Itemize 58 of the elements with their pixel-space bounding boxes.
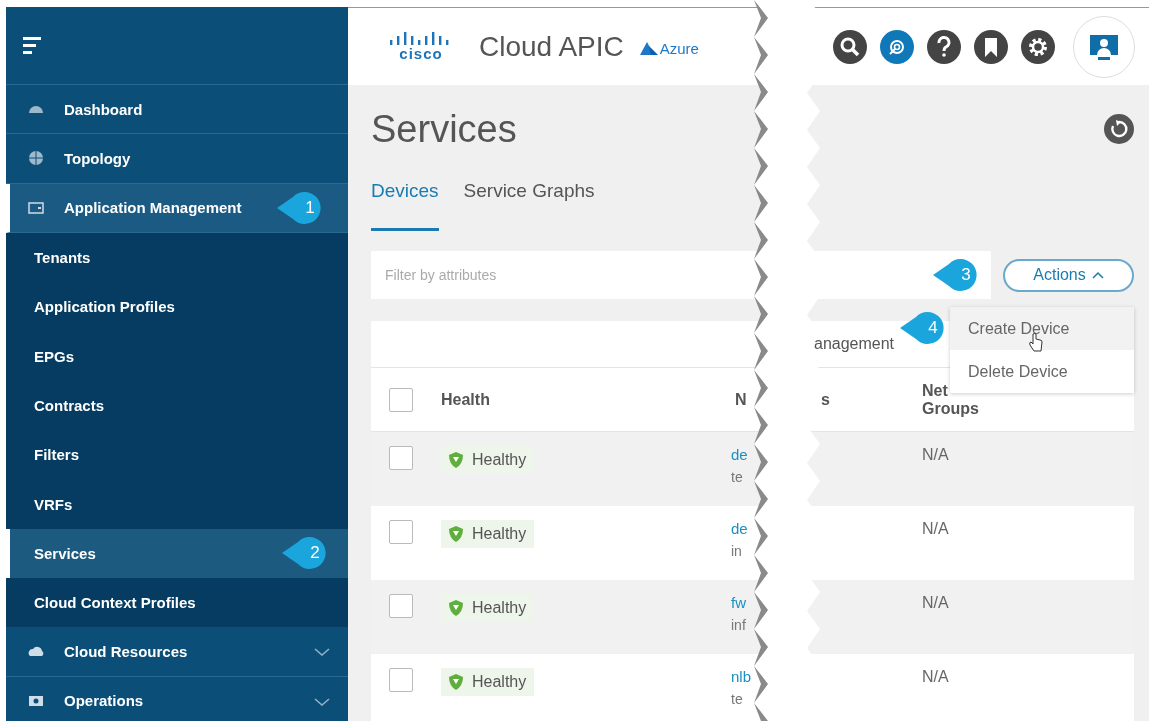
device-detail: inf: [731, 617, 746, 633]
column-header: s: [821, 390, 831, 409]
sidebar-item[interactable]: Cloud Resources: [6, 627, 348, 677]
health-badge: Healthy: [441, 520, 535, 548]
table-cell-text: N/A: [922, 446, 950, 464]
sidebar-item[interactable]: Tenants: [6, 232, 348, 283]
sidebar-item[interactable]: Services 2: [6, 528, 348, 578]
sidebar-item[interactable]: Cloud Context Profiles: [6, 577, 348, 628]
sidebar-item[interactable]: Topology: [6, 134, 348, 184]
device-detail: te: [731, 469, 743, 485]
page-title: Services: [371, 107, 517, 151]
window-icon: [28, 199, 44, 216]
sidebar-item[interactable]: EPGs: [6, 331, 348, 381]
settings-icon[interactable]: [1021, 29, 1055, 64]
actions-button[interactable]: Actions: [1003, 258, 1134, 292]
caret-icon: [1091, 270, 1104, 280]
hand-cursor-icon: [1028, 333, 1043, 352]
column-header: N: [735, 390, 748, 409]
product-name: Cloud APIC: [479, 30, 624, 63]
health-badge: Healthy: [441, 668, 535, 696]
shield-icon: [449, 452, 463, 468]
triangle-logo-icon: [639, 42, 658, 55]
brand-name: cisco: [399, 45, 443, 62]
health-badge: Healthy: [441, 446, 535, 474]
monitor-person-icon: [1088, 32, 1120, 61]
checkbox[interactable]: [389, 520, 413, 544]
health-badge: Healthy: [441, 594, 535, 622]
device-name-link[interactable]: nlb: [731, 668, 752, 685]
menu-icon[interactable]: [23, 37, 41, 54]
globe-icon: [28, 150, 44, 167]
checkbox[interactable]: [389, 668, 413, 692]
sidebar-item[interactable]: Filters: [6, 430, 348, 480]
bookmark-icon[interactable]: [974, 29, 1008, 64]
table-cell-text: N/A: [922, 668, 950, 686]
shield-icon: [449, 526, 463, 542]
refresh-icon[interactable]: [1104, 114, 1134, 144]
checkbox[interactable]: [389, 594, 413, 618]
search-icon[interactable]: [833, 29, 867, 64]
shield-icon: [449, 600, 463, 616]
cloud-name: Azure: [659, 40, 699, 57]
table-cell-text: N/A: [922, 520, 950, 538]
device-detail: in: [731, 543, 742, 559]
table-cell-text: N/A: [922, 594, 950, 612]
device-detail: te: [731, 691, 743, 707]
checkbox[interactable]: [389, 446, 413, 470]
sidebar-item[interactable]: Application Profiles: [6, 282, 348, 332]
shield-icon: [449, 674, 463, 690]
menu-item[interactable]: Create Device: [950, 307, 1134, 350]
tab[interactable]: Devices: [371, 173, 439, 231]
tab-label[interactable]: anagement: [814, 335, 895, 353]
tab[interactable]: Service Graphs: [463, 173, 595, 231]
sidebar-item[interactable]: Contracts: [6, 380, 348, 431]
column-header: Health: [441, 390, 491, 409]
sidebar-item[interactable]: Application Management 1: [6, 183, 348, 233]
checkbox[interactable]: [389, 387, 413, 412]
device-name-link[interactable]: de: [731, 520, 748, 537]
sidebar-item[interactable]: VRFs: [6, 479, 348, 529]
help-icon[interactable]: [927, 29, 961, 64]
